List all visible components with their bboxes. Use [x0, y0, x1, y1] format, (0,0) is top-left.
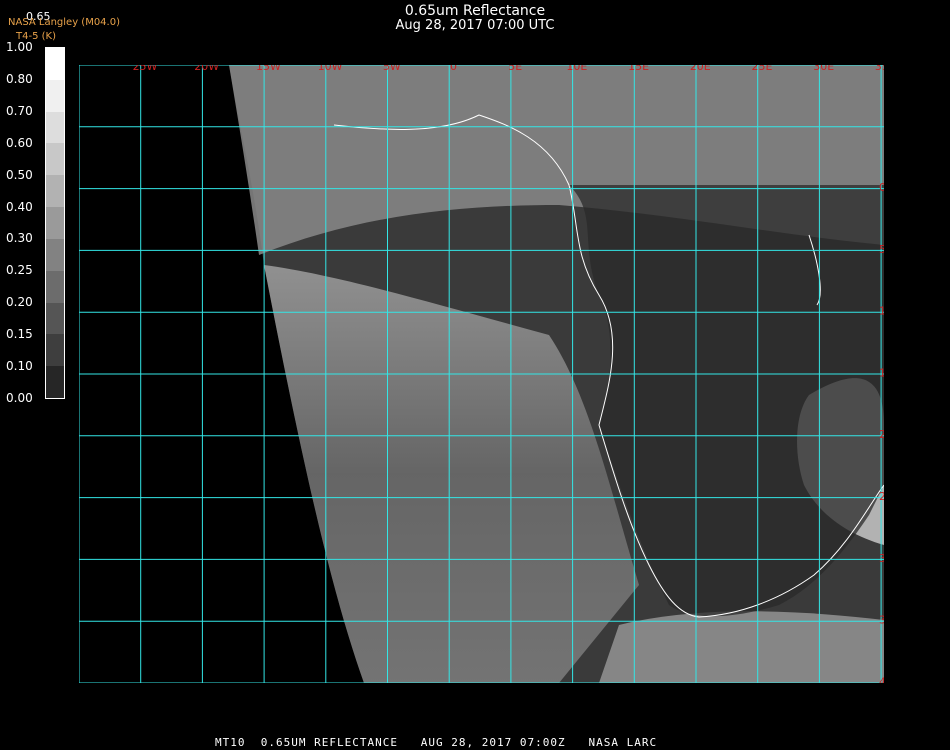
organization-label: NASA Langley (M04.0) [8, 17, 120, 28]
longitude-label: 15W [256, 65, 281, 73]
latitude-label: 10S [879, 305, 884, 318]
image-title: 0.65um Reflectance [404, 3, 546, 19]
latitude-label: 15S [879, 366, 884, 379]
colorbar-segment [46, 111, 64, 144]
colorbar-tick-label: 0.70 [6, 103, 33, 118]
colorbar-segment [46, 366, 64, 399]
colorbar-tick-label: 0.60 [6, 135, 33, 150]
longitude-label: 30E [813, 65, 834, 73]
colorbar-segment [46, 79, 64, 113]
colorbar-tick-label: 0.00 [6, 391, 33, 405]
latitude-label: 25S [879, 490, 884, 503]
latitude-label: 20S [879, 428, 884, 441]
colorbar-tick-label: 0.15 [6, 327, 33, 342]
longitude-label: 10W [318, 65, 343, 73]
colorbar-segment [46, 175, 64, 208]
colorbar-tick-label: 0.50 [6, 167, 33, 182]
longitude-label: 5E [508, 65, 522, 73]
image-timestamp: Aug 28, 2017 07:00 UTC [395, 18, 555, 33]
latitude-label: 0 [879, 181, 884, 194]
cloud-south [599, 611, 884, 683]
colorbar-tick-label: 0.30 [6, 231, 33, 246]
longitude-label: 20E [690, 65, 711, 73]
longitude-label: 35E [875, 65, 884, 73]
colorbar-tick-label: 0.80 [6, 71, 33, 86]
colorbar-segment [46, 334, 64, 367]
colorbar-segment [46, 270, 64, 304]
longitude-label: 10E [566, 65, 587, 73]
colorbar-segment [46, 143, 64, 176]
latitude-label: 35S [879, 614, 884, 627]
longitude-label: 25W [133, 65, 158, 73]
colorbar-tick-label: 0.10 [6, 359, 33, 374]
latitude-label: 40S [879, 675, 884, 683]
longitude-label: 0 [450, 65, 457, 73]
colorbar [45, 47, 65, 399]
latitude-label: 5S [879, 243, 884, 256]
longitude-label: 20W [194, 65, 219, 73]
longitude-label: 5W [383, 65, 401, 73]
colorbar-tick-label: 0.20 [6, 295, 33, 310]
colorbar-segment [46, 48, 64, 81]
colorbar-segment [46, 207, 64, 240]
longitude-label: 25E [752, 65, 773, 73]
colorbar-tick-label: 0.25 [6, 263, 33, 278]
colorbar-segment [46, 238, 64, 272]
satellite-map: 25W20W15W10W5W05E10E15E20E25E30E35E5N05S… [79, 65, 884, 683]
colorbar-segment [46, 302, 64, 335]
longitude-label: 15E [628, 65, 649, 73]
latitude-label: 30S [879, 552, 884, 565]
colorbar-tick-label: 1.00 [6, 40, 33, 54]
footer-caption: MT10 0.65UM REFLECTANCE AUG 28, 2017 07:… [215, 736, 658, 749]
colorbar-tick-label: 0.40 [6, 199, 33, 214]
